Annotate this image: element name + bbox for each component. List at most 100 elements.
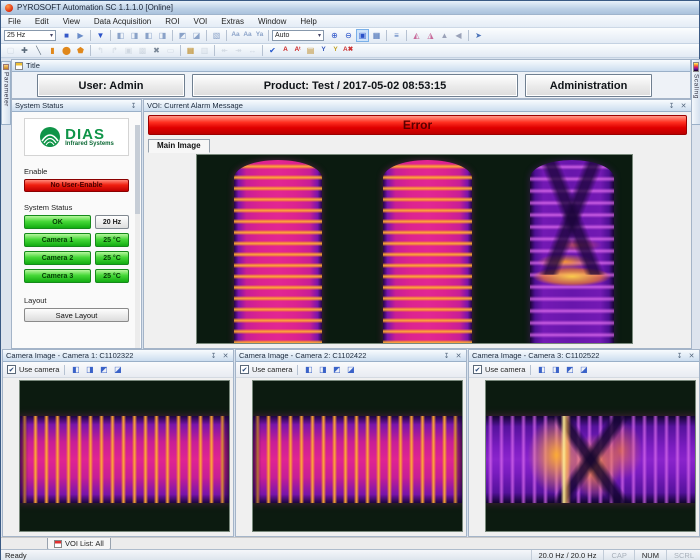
camera-1-caption[interactable]: Camera Image - Camera 1: C1102322 ↧ ✕ <box>3 350 233 362</box>
status-button[interactable]: Camera 1 <box>24 233 91 247</box>
undo-icon[interactable]: ↰ <box>94 44 107 57</box>
zoom-out-icon[interactable]: ⊖ <box>342 29 355 42</box>
system-status-caption[interactable]: System Status ↧ <box>12 100 141 112</box>
close-icon[interactable]: ✕ <box>454 352 463 360</box>
voi-check-icon[interactable]: ✔ <box>266 44 279 57</box>
select-icon[interactable]: ▢ <box>4 44 17 57</box>
camera-3-caption[interactable]: Camera Image - Camera 3: C1102522 ↧ ✕ <box>469 350 699 362</box>
camera-3-thermal-image[interactable] <box>485 380 696 532</box>
separator[interactable] <box>206 30 207 41</box>
separator[interactable] <box>214 45 215 56</box>
camera-connect-icon[interactable]: ◧ <box>114 29 127 42</box>
camera-disconnect-icon[interactable]: ◨ <box>128 29 141 42</box>
pin-icon[interactable]: ↧ <box>209 352 218 360</box>
y-axis-icon[interactable]: Y <box>318 44 329 57</box>
separator[interactable] <box>268 30 269 41</box>
status-button[interactable]: OK <box>24 215 91 229</box>
camera-focus-icon[interactable]: ◪ <box>578 365 589 374</box>
menu-item[interactable]: File <box>1 15 28 27</box>
pin-icon[interactable]: ↧ <box>667 102 676 110</box>
panel-scrollbar[interactable] <box>135 125 140 348</box>
draw-ellipse-icon[interactable]: ⬤ <box>60 44 73 57</box>
stop-icon[interactable]: ■ <box>60 29 73 42</box>
y-scale-icon[interactable]: Y <box>330 44 341 57</box>
close-icon[interactable]: ✕ <box>679 102 688 110</box>
use-camera-checkbox[interactable]: ✔ <box>473 365 482 374</box>
menu-item[interactable]: Data Acquisition <box>87 15 158 27</box>
snapshot-icon[interactable]: ▧ <box>210 29 223 42</box>
align-icon[interactable]: ▭ <box>164 44 177 57</box>
draw-rect-icon[interactable]: ▮ <box>46 44 59 57</box>
voi-panel-caption[interactable]: VOI: Current Alarm Message ↧ ✕ <box>144 100 691 112</box>
separator[interactable] <box>386 30 387 41</box>
clear-alarm-icon[interactable]: A✖ <box>342 44 354 57</box>
camera-settings-icon[interactable]: ◩ <box>176 29 189 42</box>
scaling-mode-select[interactable]: Auto ▾ <box>272 30 324 41</box>
camera-range-icon[interactable]: ◨ <box>84 365 95 374</box>
draw-polygon-icon[interactable]: ⬟ <box>74 44 87 57</box>
camera-range-icon[interactable]: ◨ <box>550 365 561 374</box>
rotate-icon[interactable]: ◀ <box>452 29 465 42</box>
draw-line-icon[interactable]: ╲ <box>32 44 45 57</box>
camera-range-icon[interactable]: ◧ <box>70 365 81 374</box>
grid-icon[interactable]: ≡ <box>390 29 403 42</box>
window-titlebar[interactable]: PYROSOFT Automation SC 1.1.1.0 [Online] <box>1 1 699 15</box>
menu-item[interactable]: Window <box>251 15 293 27</box>
filter-icon[interactable]: ▼ <box>94 29 107 42</box>
camera-connect-icon[interactable]: ◧ <box>142 29 155 42</box>
separator[interactable] <box>180 45 181 56</box>
separator[interactable] <box>226 30 227 41</box>
voi-table-icon[interactable]: ▦ <box>184 44 197 57</box>
use-camera-checkbox[interactable]: ✔ <box>240 365 249 374</box>
alarm-temp-icon[interactable]: Aᵗ <box>292 44 303 57</box>
camera-focus-icon[interactable]: ◩ <box>98 365 109 374</box>
separator[interactable] <box>468 30 469 41</box>
status-value-button[interactable]: 20 Hz <box>95 215 129 229</box>
jump-last-icon[interactable]: ↠ <box>232 44 245 57</box>
separator[interactable] <box>262 45 263 56</box>
camera-settings-icon[interactable]: ◪ <box>190 29 203 42</box>
use-camera-checkbox[interactable]: ✔ <box>7 365 16 374</box>
status-value-button[interactable]: 25 °C <box>95 251 129 265</box>
copy-icon[interactable]: ▣ <box>122 44 135 57</box>
redo-icon[interactable]: ↱ <box>108 44 121 57</box>
camera-1-thermal-image[interactable] <box>19 380 230 532</box>
camera-focus-icon[interactable]: ◩ <box>564 365 575 374</box>
play-icon[interactable]: ▶ <box>74 29 87 42</box>
camera-2-thermal-image[interactable] <box>252 380 463 532</box>
product-button[interactable]: Product: Test / 2017-05-02 08:53:15 <box>192 74 518 97</box>
camera-disconnect-icon[interactable]: ◨ <box>156 29 169 42</box>
camera-range-icon[interactable]: ◨ <box>317 365 328 374</box>
close-icon[interactable]: ✕ <box>687 352 696 360</box>
palette-icon[interactable]: ◮ <box>424 29 437 42</box>
separator[interactable] <box>90 45 91 56</box>
jump-first-icon[interactable]: ↞ <box>218 44 231 57</box>
tab-main-image[interactable]: Main Image <box>148 139 210 153</box>
tab-scaling[interactable]: Scaling <box>691 59 700 125</box>
alarm-font-icon[interactable]: A <box>280 44 291 57</box>
menu-item[interactable]: Help <box>293 15 323 27</box>
full-image-icon[interactable]: ▦ <box>370 29 383 42</box>
pointer-icon[interactable]: ➤ <box>472 29 485 42</box>
separator[interactable] <box>406 30 407 41</box>
label-style-icon[interactable]: Aa <box>230 29 241 42</box>
status-value-button[interactable]: 25 °C <box>95 269 129 283</box>
separator[interactable] <box>110 30 111 41</box>
menu-item[interactable]: Edit <box>28 15 56 27</box>
profile-icon[interactable]: ▲ <box>438 29 451 42</box>
administration-button[interactable]: Administration <box>525 74 652 97</box>
title-panel-caption[interactable]: Title <box>12 60 690 72</box>
separator[interactable] <box>172 30 173 41</box>
label-style-icon[interactable]: Aa <box>242 29 253 42</box>
pin-icon[interactable]: ↧ <box>675 352 684 360</box>
add-point-icon[interactable]: ✚ <box>18 44 31 57</box>
menu-item[interactable]: View <box>56 15 87 27</box>
camera-focus-icon[interactable]: ◩ <box>331 365 342 374</box>
camera-focus-icon[interactable]: ◪ <box>345 365 356 374</box>
status-value-button[interactable]: 25 °C <box>95 233 129 247</box>
delete-icon[interactable]: ✖ <box>150 44 163 57</box>
zoom-in-icon[interactable]: ⊕ <box>328 29 341 42</box>
palette-icon[interactable]: ◭ <box>410 29 423 42</box>
frame-rate-select[interactable]: 25 Hz ▾ <box>4 30 56 41</box>
camera-focus-icon[interactable]: ◪ <box>112 365 123 374</box>
